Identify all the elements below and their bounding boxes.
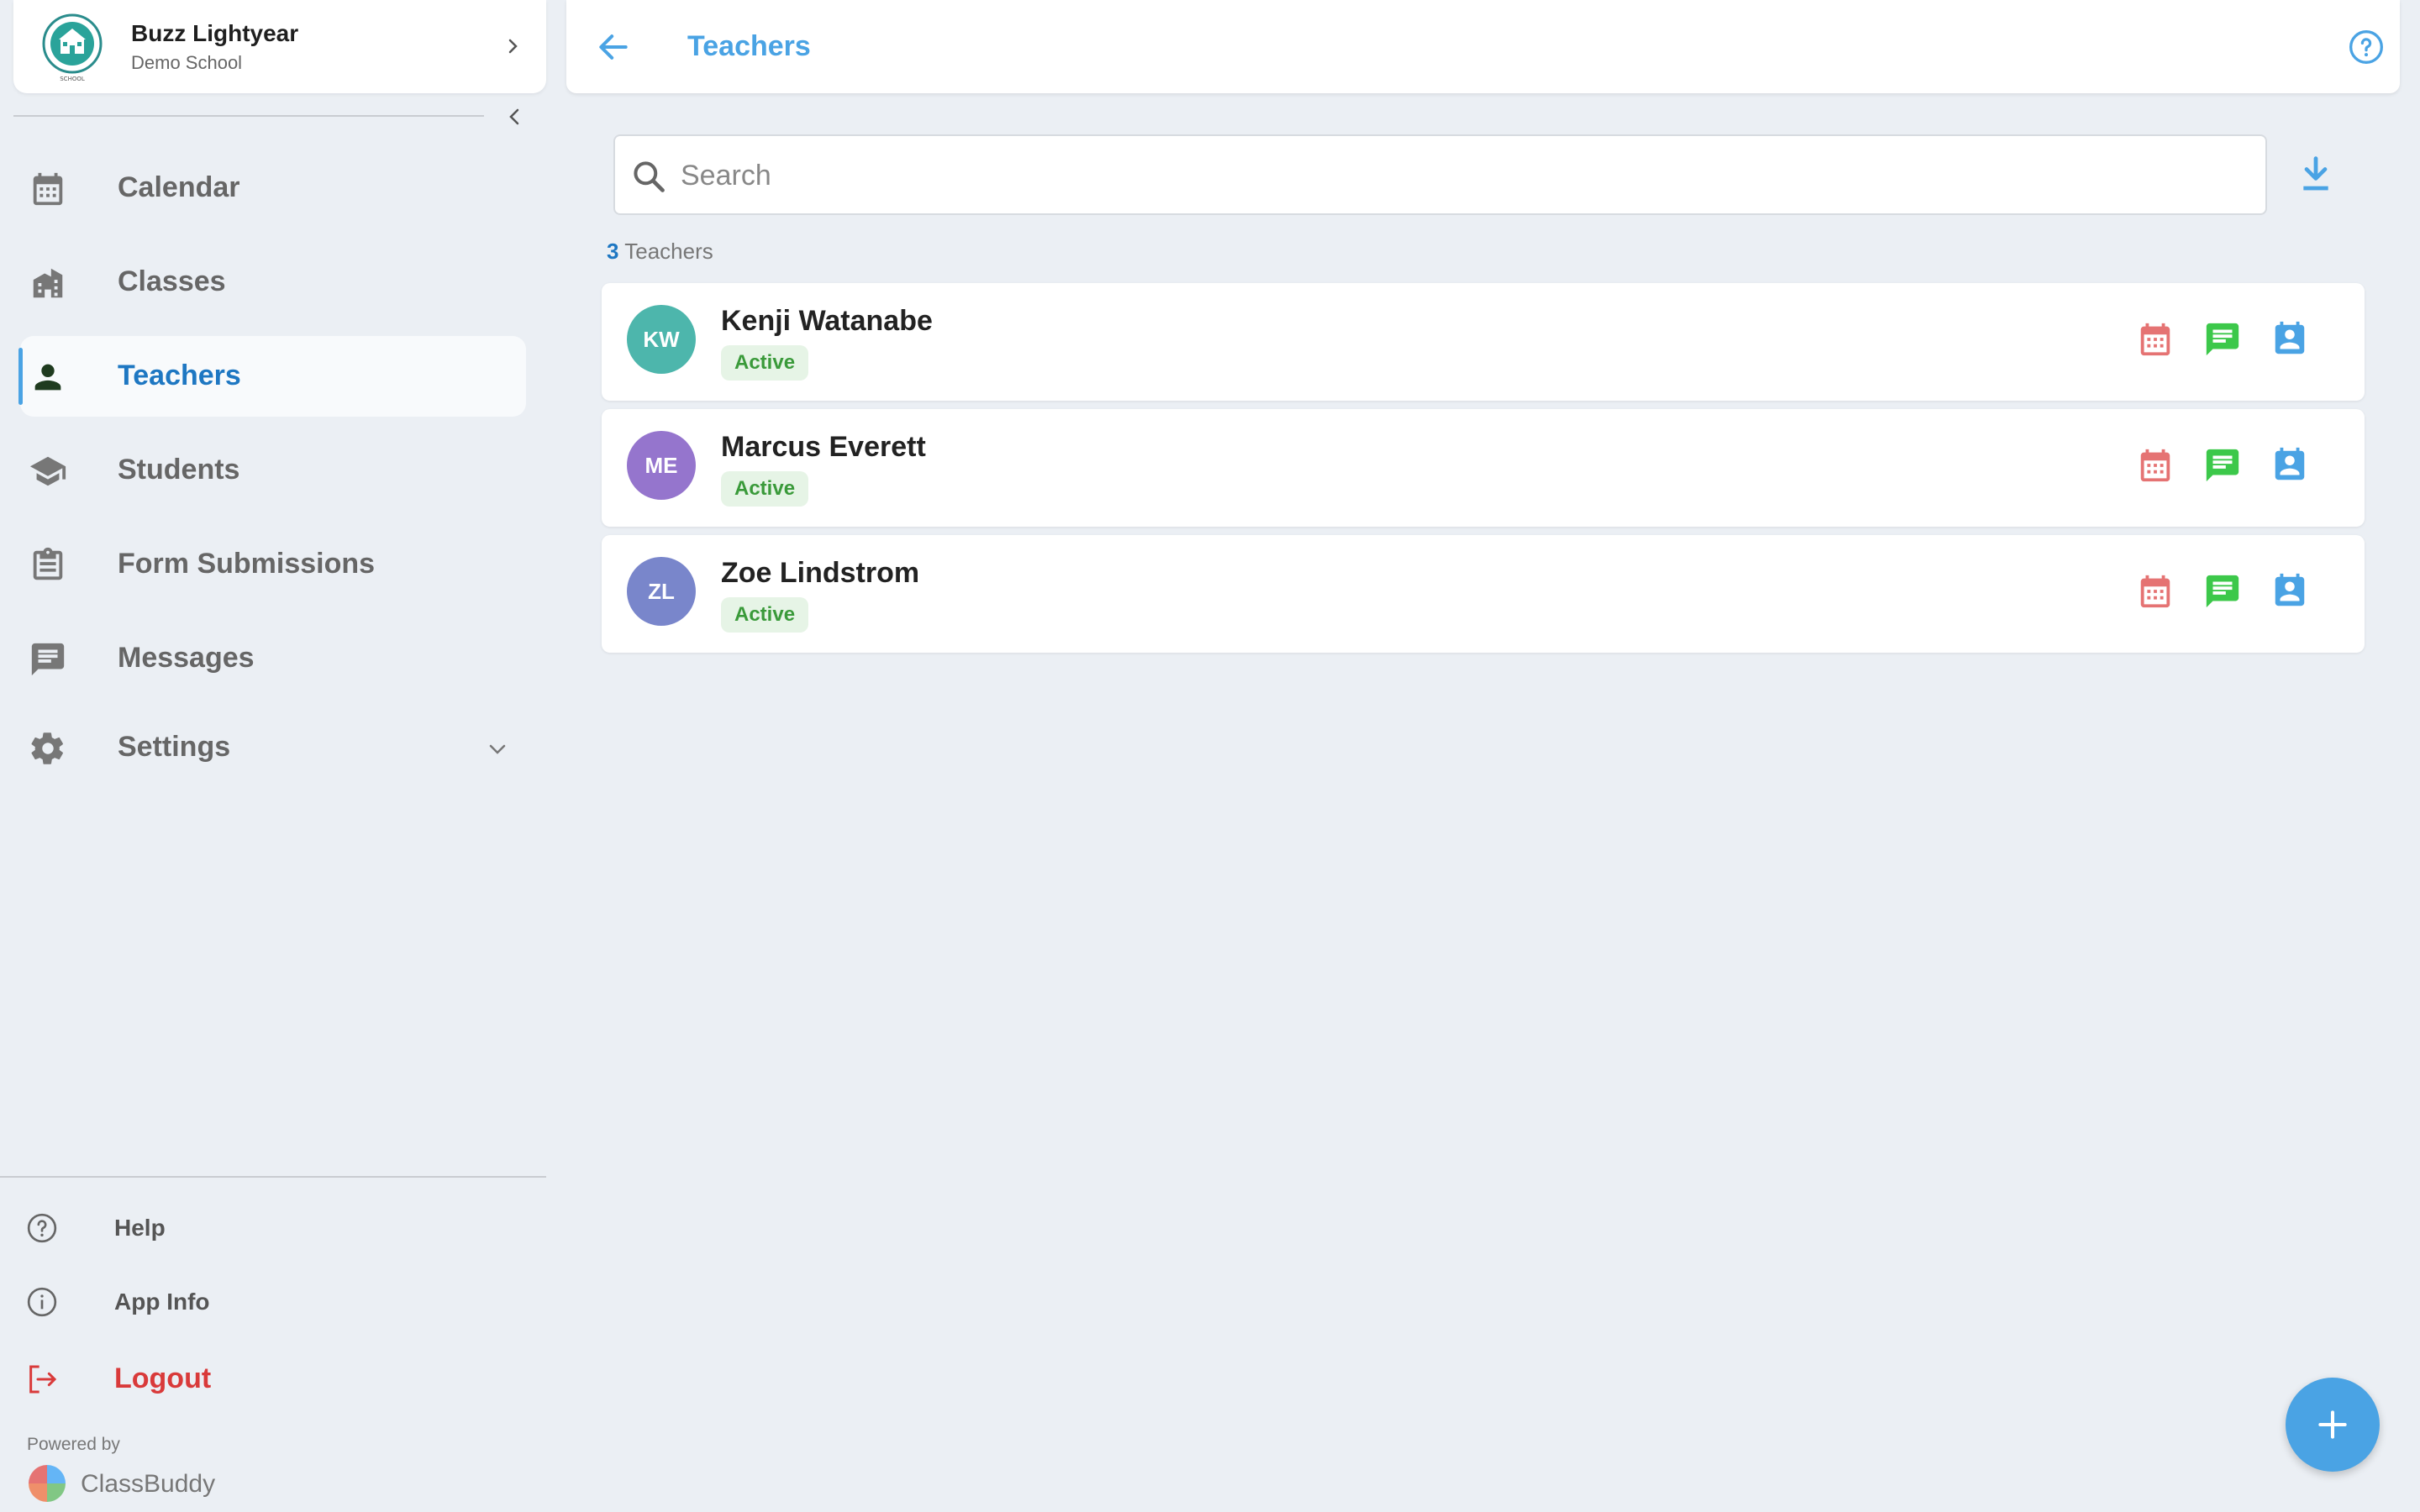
clipboard-icon xyxy=(33,547,63,580)
sidebar-item-messages[interactable]: Messages xyxy=(20,618,526,699)
top-bar: Teachers xyxy=(566,0,2400,93)
add-teacher-button[interactable] xyxy=(2286,1378,2380,1472)
avatar: ZL xyxy=(627,557,696,626)
teacher-row[interactable]: KW Kenji Watanabe Active xyxy=(602,283,2365,401)
powered-by-label: Powered by xyxy=(27,1435,120,1454)
teacher-row[interactable]: ME Marcus Everett Active xyxy=(602,409,2365,527)
sidebar-item-label: Messages xyxy=(118,642,255,674)
logout-button[interactable]: Logout xyxy=(25,1352,361,1403)
sidebar-item-label: Form Submissions xyxy=(118,548,376,580)
sidebar-item-label: Students xyxy=(118,454,240,486)
chevron-right-icon[interactable] xyxy=(501,32,526,60)
profile-name: Buzz Lightyear xyxy=(131,20,299,46)
search-box xyxy=(613,134,2267,215)
sidebar-item-form-submissions[interactable]: Form Submissions xyxy=(20,524,526,605)
contact-card-icon[interactable] xyxy=(2270,572,2309,611)
sidebar: SCHOOL Buzz Lightyear Demo School Calend… xyxy=(0,0,546,1512)
status-badge: Active xyxy=(721,597,809,633)
person-icon xyxy=(34,364,61,391)
page-title: Teachers xyxy=(687,30,811,62)
message-icon[interactable] xyxy=(2203,320,2242,359)
calendar-icon xyxy=(33,172,63,206)
info-icon xyxy=(27,1287,57,1317)
contact-card-icon[interactable] xyxy=(2270,320,2309,359)
back-arrow-icon[interactable] xyxy=(595,29,632,66)
teacher-name: Kenji Watanabe xyxy=(721,305,933,337)
chevron-down-icon[interactable] xyxy=(484,736,511,763)
sidebar-divider xyxy=(13,115,484,117)
app-info-link[interactable]: App Info xyxy=(25,1275,361,1326)
avatar: KW xyxy=(627,305,696,374)
sidebar-item-classes[interactable]: Classes xyxy=(20,242,526,323)
status-badge: Active xyxy=(721,471,809,507)
sidebar-item-calendar[interactable]: Calendar xyxy=(20,148,526,228)
logout-icon xyxy=(29,1365,57,1394)
school-logo-text: SCHOOL xyxy=(60,76,85,82)
graduation-cap-icon xyxy=(29,456,66,486)
chat-icon xyxy=(31,643,65,676)
avatar: ME xyxy=(627,431,696,500)
download-icon[interactable] xyxy=(2297,153,2334,195)
message-icon[interactable] xyxy=(2203,446,2242,485)
help-link[interactable]: Help xyxy=(25,1201,361,1252)
app-info-label: App Info xyxy=(114,1289,210,1315)
teacher-name: Marcus Everett xyxy=(721,431,926,463)
message-icon[interactable] xyxy=(2203,572,2242,611)
sidebar-item-settings[interactable]: Settings xyxy=(20,707,526,788)
classbuddy-logo-icon xyxy=(29,1465,66,1502)
teacher-count: 3 Teachers xyxy=(607,239,713,265)
sidebar-item-label: Teachers xyxy=(118,360,241,391)
help-label: Help xyxy=(114,1215,166,1241)
gear-icon xyxy=(31,732,63,764)
profile-school: Demo School xyxy=(131,52,243,73)
status-badge: Active xyxy=(721,345,809,381)
search-icon xyxy=(634,161,665,192)
plus-icon xyxy=(2318,1410,2347,1439)
teacher-count-number: 3 xyxy=(607,239,619,264)
bottom-divider xyxy=(0,1176,546,1178)
sidebar-item-label: Calendar xyxy=(118,171,240,203)
teacher-row[interactable]: ZL Zoe Lindstrom Active xyxy=(602,535,2365,653)
school-building-icon xyxy=(33,268,63,298)
calendar-icon[interactable] xyxy=(2136,320,2175,359)
help-circle-icon[interactable] xyxy=(2348,29,2385,66)
profile-card[interactable]: SCHOOL Buzz Lightyear Demo School xyxy=(13,0,546,93)
calendar-icon[interactable] xyxy=(2136,446,2175,485)
school-logo: SCHOOL xyxy=(42,13,103,82)
brand-name: ClassBuddy xyxy=(81,1470,216,1498)
sidebar-item-students[interactable]: Students xyxy=(20,430,526,511)
sidebar-item-teachers[interactable]: Teachers xyxy=(18,336,526,417)
search-input[interactable] xyxy=(681,151,2244,200)
teacher-count-label: Teachers xyxy=(624,239,713,264)
sidebar-item-label: Classes xyxy=(118,265,226,297)
calendar-icon[interactable] xyxy=(2136,572,2175,611)
contact-card-icon[interactable] xyxy=(2270,446,2309,485)
sidebar-item-label: Settings xyxy=(118,731,231,763)
logout-label: Logout xyxy=(114,1362,212,1394)
collapse-sidebar-icon[interactable] xyxy=(502,104,528,129)
help-circle-icon xyxy=(27,1213,57,1243)
teacher-name: Zoe Lindstrom xyxy=(721,557,920,589)
